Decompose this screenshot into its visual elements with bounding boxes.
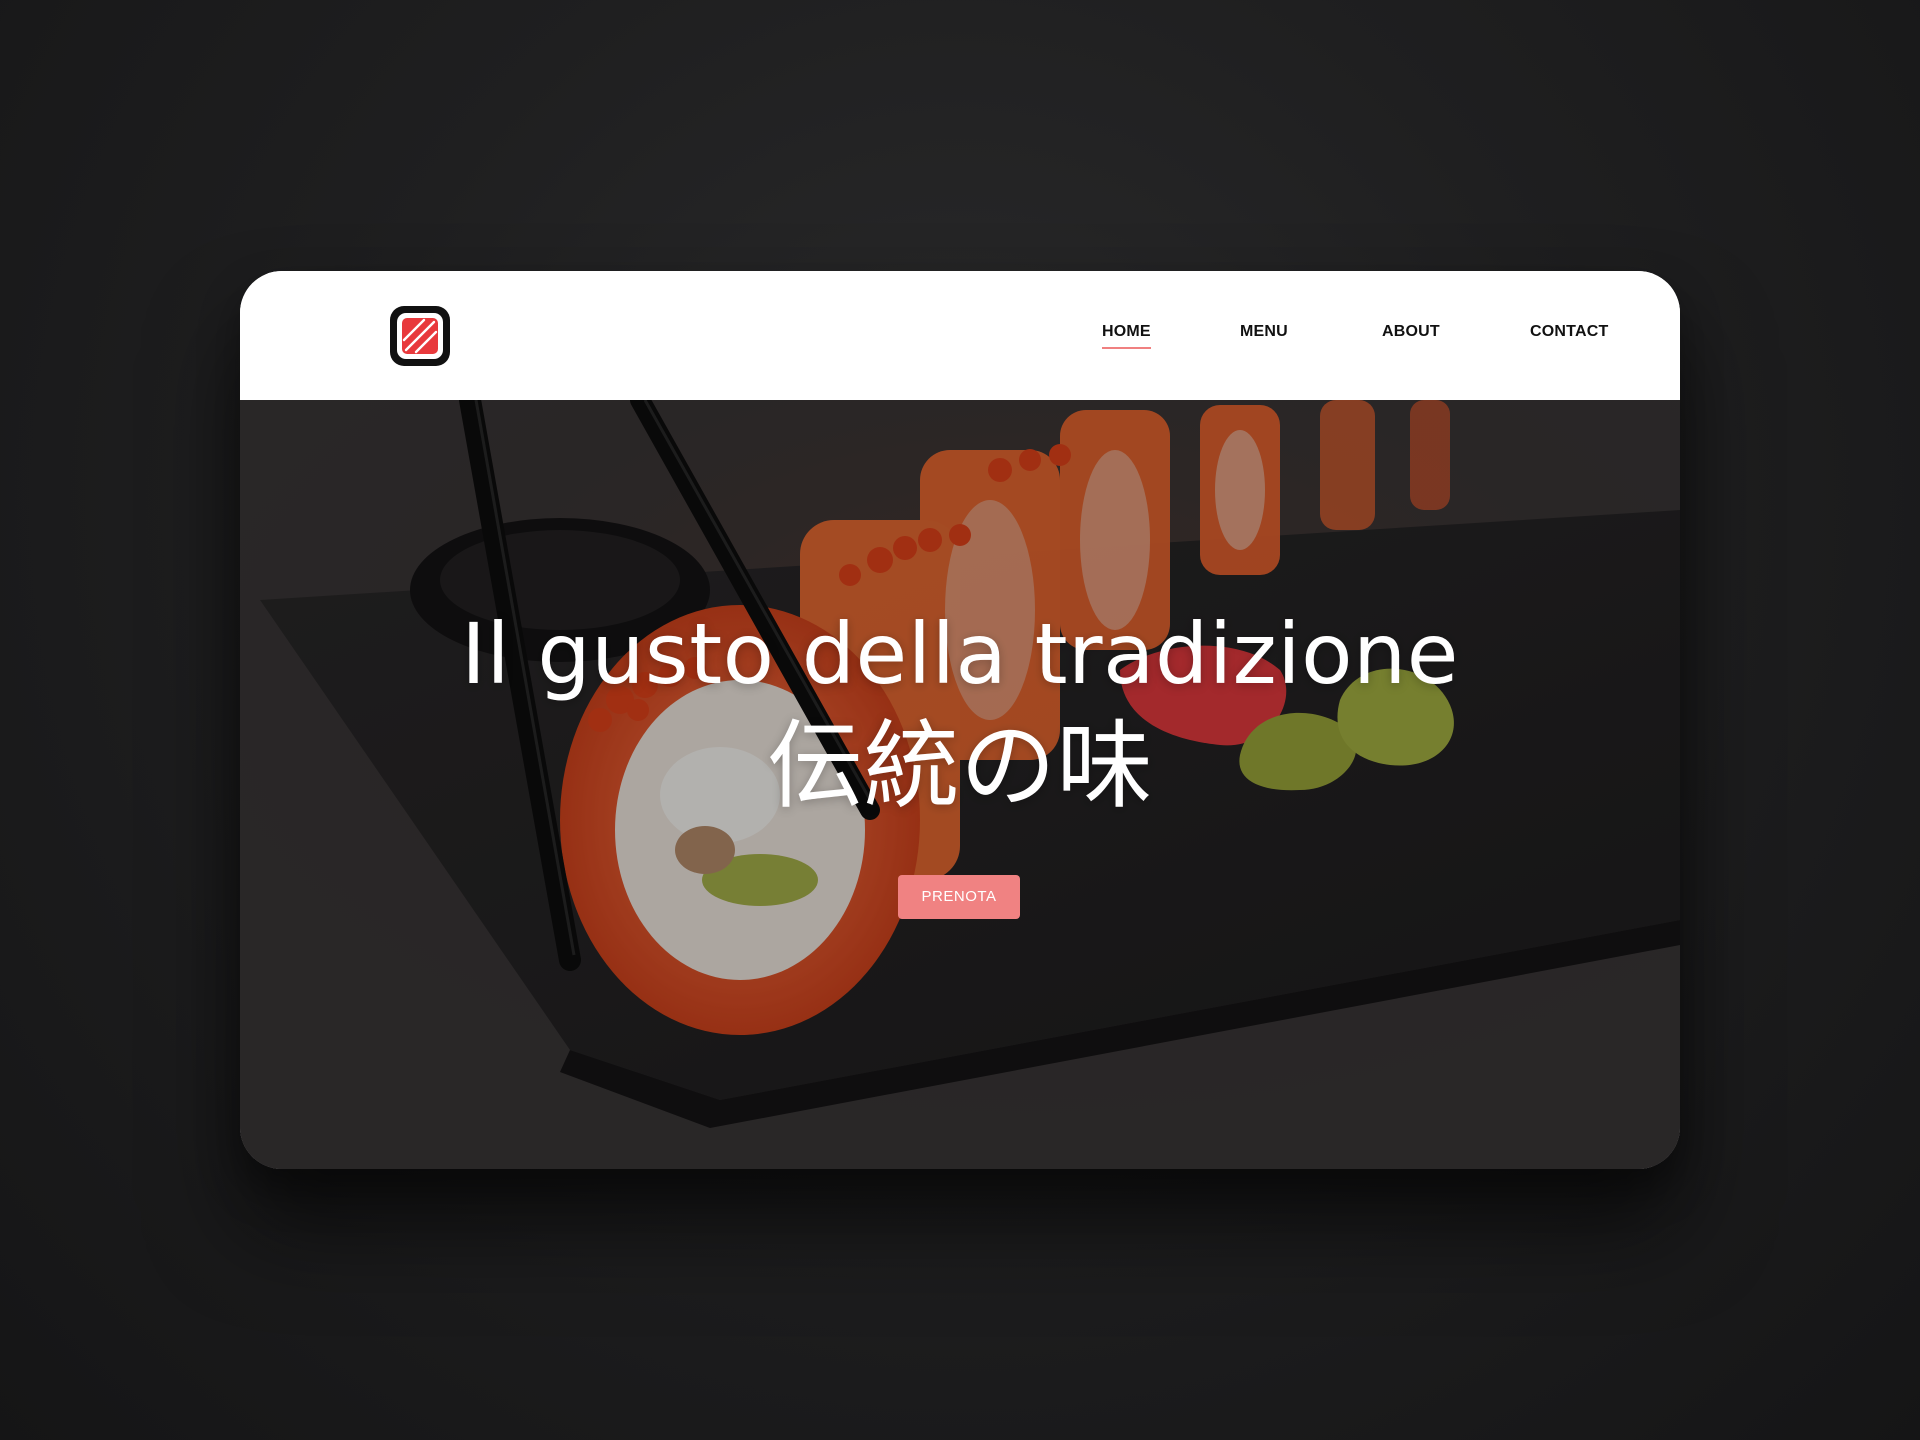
sushi-logo-icon[interactable] bbox=[390, 306, 450, 366]
hero-title-japanese: 伝統の味 bbox=[767, 710, 1153, 822]
nav-menu[interactable]: MENU bbox=[1240, 323, 1288, 341]
hero-heading: Il gusto della tradizione 伝統の味 bbox=[240, 600, 1680, 824]
hero-title-italian: Il gusto della tradizione bbox=[461, 605, 1459, 703]
site-header: HOME MENU ABOUT CONTACT bbox=[240, 271, 1680, 400]
nav-about[interactable]: ABOUT bbox=[1382, 323, 1440, 341]
nav-contact[interactable]: CONTACT bbox=[1530, 323, 1608, 341]
nav-home[interactable]: HOME bbox=[1102, 323, 1151, 349]
landing-page-card: HOME MENU ABOUT CONTACT Il gusto della t… bbox=[240, 271, 1680, 1169]
hero-section: Il gusto della tradizione 伝統の味 PRENOTA bbox=[240, 400, 1680, 1169]
book-button[interactable]: PRENOTA bbox=[898, 875, 1020, 919]
